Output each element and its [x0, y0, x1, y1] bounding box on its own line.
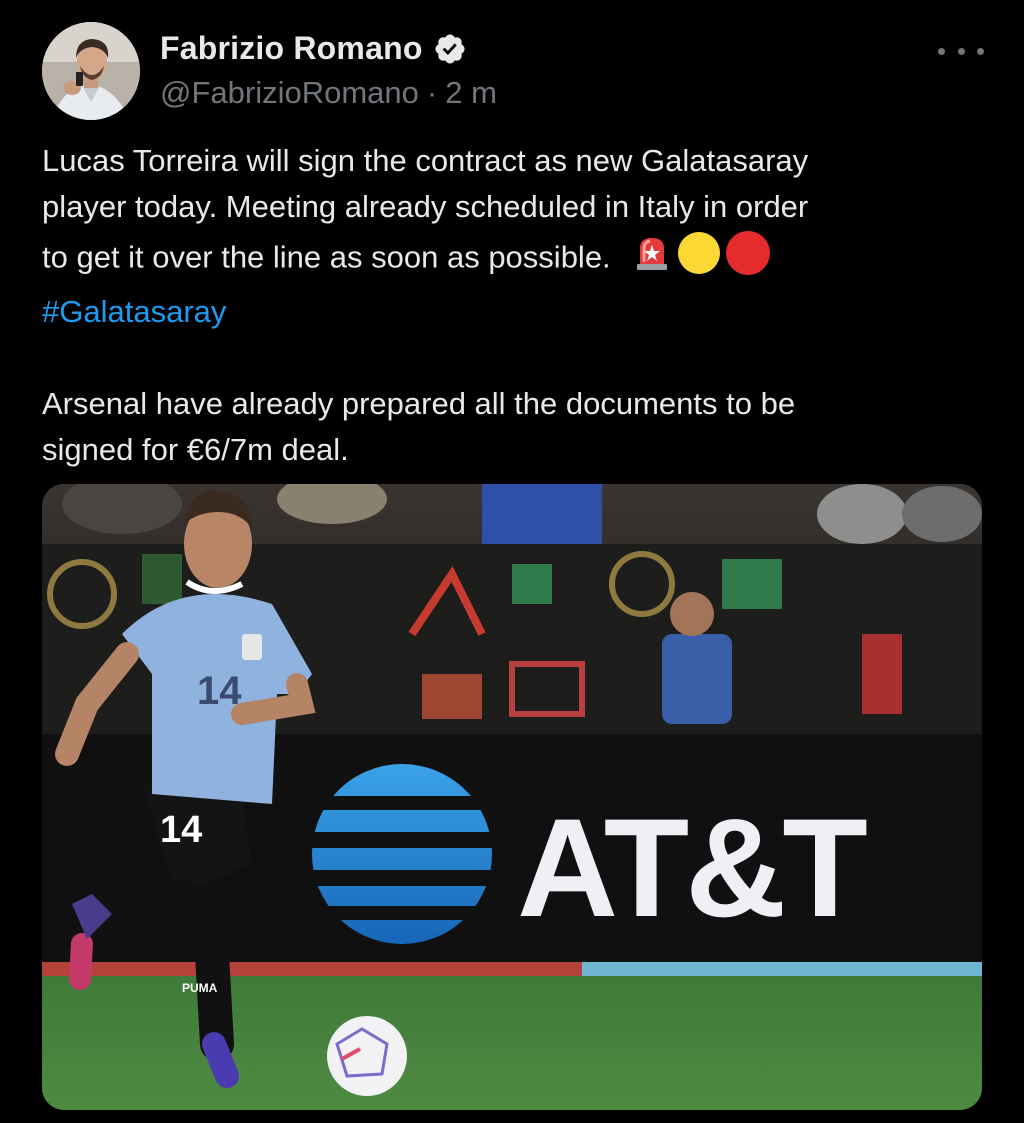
avatar-image: [42, 22, 140, 120]
tweet[interactable]: Fabrizio Romano @FabrizioRomano · 2 m Lu…: [0, 0, 1024, 1123]
more-options-button[interactable]: [938, 36, 984, 66]
avatar[interactable]: [42, 22, 140, 120]
tweet-text-line: signed for €6/7m deal.: [42, 432, 349, 467]
sponsor-board-text: AT&T: [517, 789, 867, 946]
football-photo: AT&T 14 PUMA 14: [42, 484, 982, 1110]
author-header[interactable]: Fabrizio Romano: [160, 30, 467, 67]
tweet-media-photo[interactable]: AT&T 14 PUMA 14: [42, 484, 982, 1110]
tweet-text-line: player today. Meeting already scheduled …: [42, 189, 809, 224]
hashtag-link[interactable]: #Galatasaray: [42, 289, 982, 335]
tweet-text: Lucas Torreira will sign the contract as…: [42, 138, 982, 473]
red-circle-emoji-icon: [725, 230, 771, 289]
tweet-text-segment: to get it over the line as soon as possi…: [42, 239, 611, 275]
yellow-circle-emoji-icon: [677, 231, 721, 288]
timestamp[interactable]: 2 m: [445, 75, 497, 111]
more-dot-icon: [977, 47, 984, 55]
meta-separator: ·: [426, 75, 438, 110]
more-dot-icon: [957, 47, 965, 55]
display-name[interactable]: Fabrizio Romano: [160, 30, 423, 67]
verified-badge-icon: [433, 32, 467, 66]
more-dot-icon: [938, 47, 945, 55]
author-handle[interactable]: @FabrizioRomano: [160, 75, 419, 111]
tweet-meta: @FabrizioRomano · 2 m: [160, 75, 497, 111]
shorts-number: 14: [160, 809, 202, 851]
tweet-text-line: Arsenal have already prepared all the do…: [42, 386, 796, 421]
tweet-text-line: to get it over the line as soon as possi…: [42, 230, 982, 289]
shorts-brand: PUMA: [182, 981, 218, 995]
siren-emoji-icon: [633, 234, 671, 285]
tweet-text-line: Lucas Torreira will sign the contract as…: [42, 143, 809, 178]
